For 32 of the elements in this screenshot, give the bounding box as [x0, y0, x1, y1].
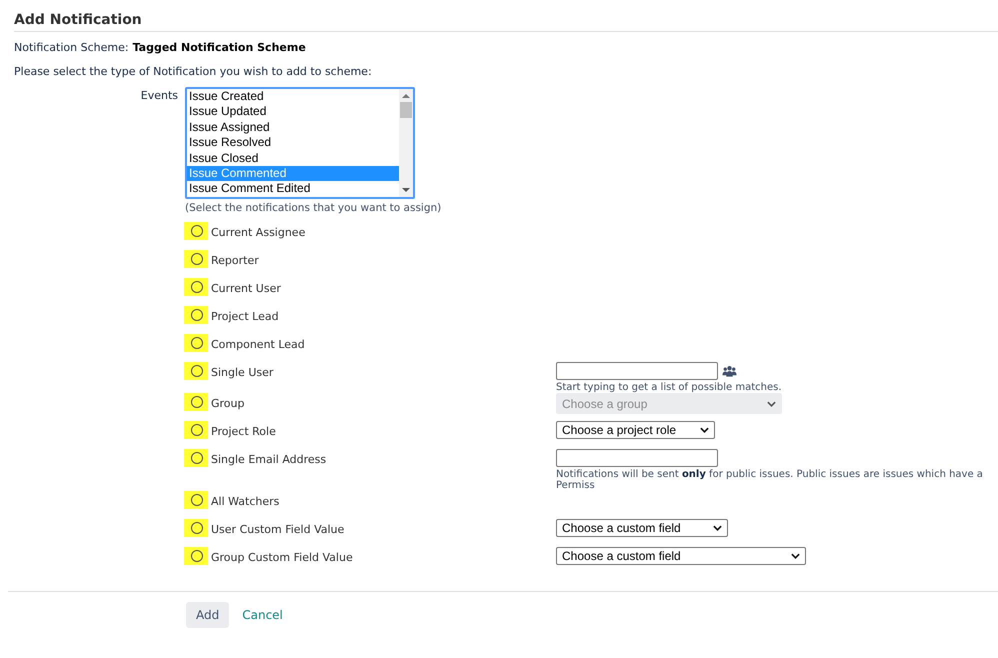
option-label: Single User	[211, 365, 274, 379]
scheme-name: Tagged Notification Scheme	[132, 41, 306, 54]
option-label: All Watchers	[211, 494, 280, 508]
dropdown[interactable]: Choose a project role	[556, 421, 715, 439]
add-button[interactable]: Add	[186, 602, 230, 628]
event-option[interactable]: Issue Created	[187, 89, 399, 104]
option-label: Reporter	[211, 253, 260, 267]
option-label: Single Email Address	[211, 452, 328, 466]
instruction-text: Please select the type of Notification you wish to add to scheme:	[14, 65, 373, 78]
event-option[interactable]: Issue Assigned	[187, 120, 399, 136]
option-label: Current Assignee	[211, 225, 306, 239]
option-label: User Custom Field Value	[211, 522, 346, 536]
option-label: Project Role	[211, 424, 277, 438]
hint-text: Start typing to get a list of possible matches.	[556, 382, 783, 393]
scheme-label: Notification Scheme:	[14, 41, 129, 54]
cancel-link[interactable]: Cancel	[242, 608, 283, 622]
event-option[interactable]: Issue Resolved	[187, 135, 399, 151]
option-label: Current User	[211, 281, 282, 295]
option-label: Group	[211, 396, 246, 410]
event-option[interactable]: Issue Closed	[187, 150, 399, 166]
dropdown[interactable]: Choose a custom field	[556, 519, 728, 537]
events-hint: (Select the notifications that you want to assign)	[185, 202, 442, 214]
events-listbox[interactable]: Issue Created Issue Updated Issue Assigned Issue Resolved Issue Closed Issue Commented Issue Comment Edited	[185, 87, 415, 199]
page-title: Add Notification	[14, 12, 143, 28]
option-label: Group Custom Field Value	[211, 550, 354, 564]
events-label: Events	[140, 89, 179, 102]
note-text: Notifications will be sent only for public issues. Public issues are issues which have a Permiss	[556, 469, 984, 491]
option-label: Component Lead	[211, 337, 306, 351]
event-option[interactable]: Issue Comment Edited	[187, 181, 399, 197]
option-label: Project Lead	[211, 309, 280, 323]
event-option[interactable]: Issue Updated	[187, 104, 399, 120]
dropdown[interactable]: Choose a custom field	[556, 547, 806, 565]
